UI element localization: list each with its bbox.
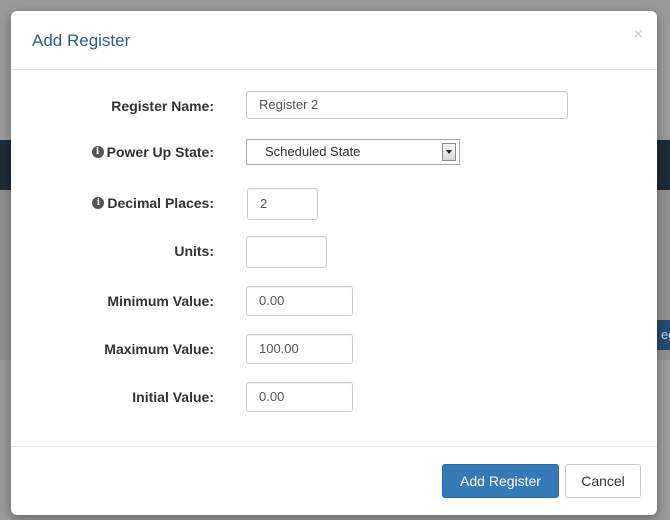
maximum-value-input[interactable]: 100.00 [246, 334, 353, 364]
info-icon: i [92, 197, 105, 209]
register-name-input[interactable]: Register 2 [246, 91, 568, 119]
add-register-modal: Add Register × Register Name: Register 2… [11, 11, 657, 515]
power-up-state-selected: Scheduled State [265, 144, 361, 159]
info-icon: i [91, 146, 104, 158]
power-up-state-label: i Power Up State: [91, 144, 214, 160]
cancel-button[interactable]: Cancel [565, 464, 641, 498]
minimum-value-input[interactable]: 0.00 [246, 286, 353, 316]
backdrop-button: eg [655, 320, 670, 350]
maximum-value-row: Maximum Value: 100.00 [11, 334, 657, 364]
units-input[interactable] [246, 236, 327, 268]
add-register-button[interactable]: Add Register [442, 464, 559, 498]
close-icon[interactable]: × [634, 27, 643, 43]
minimum-value-label: Minimum Value: [107, 293, 214, 309]
chevron-down-icon[interactable] [442, 143, 456, 161]
modal-header: Add Register × [11, 11, 657, 70]
initial-value-input[interactable]: 0.00 [246, 382, 353, 412]
units-row: Units: [11, 236, 657, 268]
maximum-value-label: Maximum Value: [104, 341, 214, 357]
decimal-places-label: i Decimal Places: [92, 195, 214, 211]
power-up-state-select[interactable]: Scheduled State [246, 139, 460, 165]
modal-title: Add Register [32, 31, 131, 50]
initial-value-row: Initial Value: 0.00 [11, 382, 657, 412]
modal-footer: Add Register Cancel [11, 446, 657, 515]
initial-value-label: Initial Value: [132, 389, 214, 405]
register-name-row: Register Name: Register 2 [11, 91, 657, 121]
minimum-value-row: Minimum Value: 0.00 [11, 286, 657, 316]
power-up-state-row: i Power Up State: Scheduled State [11, 137, 657, 167]
decimal-places-row: i Decimal Places: 2 [11, 188, 657, 220]
decimal-places-input[interactable]: 2 [247, 188, 318, 220]
register-name-label: Register Name: [111, 98, 214, 114]
units-label: Units: [174, 243, 214, 259]
